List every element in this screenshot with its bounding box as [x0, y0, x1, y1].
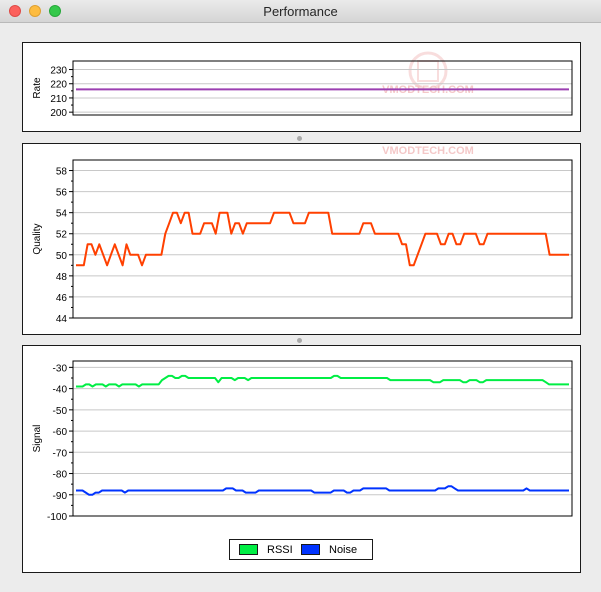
y-tick-label: -60: [53, 427, 68, 438]
quality-series-line: [76, 211, 569, 267]
y-tick-label: -40: [53, 385, 68, 396]
quality-chart-panel: VMODTECH.COM 44 46 48 50 52 54 56 58 Quality: [22, 143, 581, 335]
y-tick-label: 58: [56, 167, 68, 178]
rssi-series-line: [76, 374, 569, 388]
split-view-divider-handle[interactable]: [297, 338, 302, 343]
signal-axis-label: Signal: [32, 425, 43, 453]
watermark-text: VMODTECH.COM: [382, 145, 474, 157]
rate-chart-panel: VMODTECH.COM 200 210 220 230 Rate: [22, 42, 581, 132]
y-tick-label: 46: [56, 293, 68, 304]
noise-series-line: [76, 485, 569, 496]
y-tick-label: -100: [47, 512, 67, 523]
title-bar[interactable]: Performance: [0, 0, 601, 23]
y-tick-label: -50: [53, 406, 68, 417]
quality-chart: VMODTECH.COM 44 46 48 50 52 54 56 58 Quality: [32, 145, 573, 325]
rate-axis-label: Rate: [32, 77, 43, 99]
legend-label-rssi: RSSI: [267, 543, 293, 556]
signal-legend: RSSI Noise: [229, 539, 373, 560]
quality-axis-label: Quality: [32, 223, 43, 254]
y-tick-label: 52: [56, 230, 68, 241]
y-tick-label: 220: [50, 80, 67, 91]
plot-area-frame: [72, 159, 573, 319]
performance-window: Performance VMODTECH.COM 200 210 220 230 Rate…: [0, 0, 601, 592]
legend-item-rssi: RSSI: [239, 543, 293, 556]
y-tick-label: 50: [56, 251, 68, 262]
y-tick-label: 200: [50, 108, 67, 119]
legend-item-noise: Noise: [301, 543, 357, 556]
y-tick-label: 230: [50, 66, 67, 77]
y-tick-label: -70: [53, 448, 68, 459]
y-tick-label: 56: [56, 188, 68, 199]
legend-label-noise: Noise: [329, 543, 358, 556]
y-tick-label: -80: [53, 470, 68, 481]
y-tick-label: 54: [56, 209, 68, 220]
y-tick-label: 44: [56, 314, 68, 325]
y-tick-label: -30: [53, 363, 68, 374]
y-tick-label: 210: [50, 94, 67, 105]
rate-chart: VMODTECH.COM200210220230Rate: [32, 51, 573, 119]
split-view-divider-handle[interactable]: [297, 136, 302, 141]
window-title: Performance: [263, 4, 338, 19]
y-tick-label: 48: [56, 272, 68, 283]
y-tick-label: -90: [53, 491, 68, 502]
legend-swatch-rssi: [239, 544, 258, 555]
legend-swatch-noise: [301, 544, 320, 555]
